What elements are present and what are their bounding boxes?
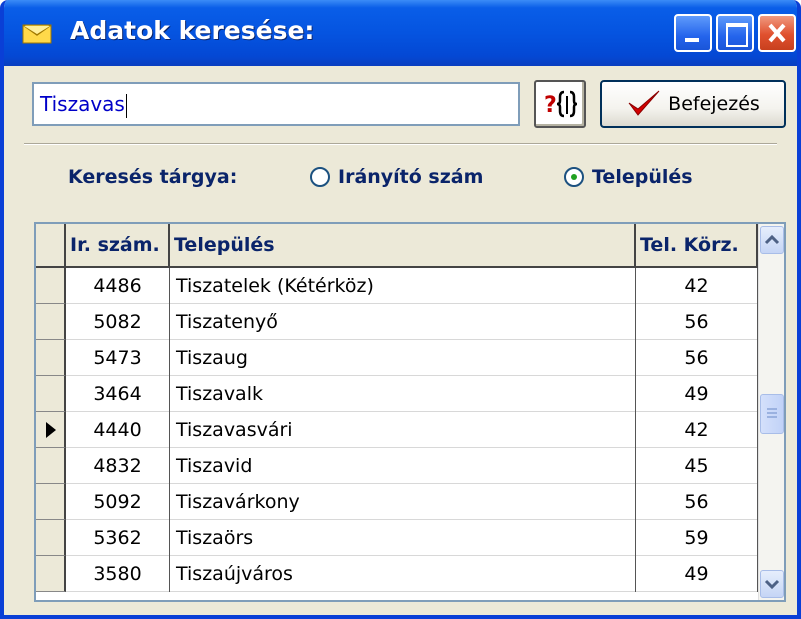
radio-postal-code[interactable]: Irányító szám bbox=[310, 166, 483, 188]
row-indicator[interactable] bbox=[36, 304, 66, 340]
maximize-button[interactable] bbox=[716, 14, 754, 52]
settlement-cell[interactable]: Tiszavárkony bbox=[170, 484, 636, 520]
text-caret bbox=[125, 93, 127, 118]
search-dialog-window: Adatok keresése: Tiszavas ? Befejezés Ke… bbox=[0, 0, 801, 619]
row-indicator[interactable] bbox=[36, 448, 66, 484]
search-topic-label: Keresés tárgya: bbox=[68, 166, 238, 188]
postal-code-cell[interactable]: 5082 bbox=[66, 304, 170, 340]
table-row[interactable]: 5362 Tiszaörs 59 bbox=[36, 520, 760, 556]
separator bbox=[24, 143, 777, 145]
area-code-cell[interactable]: 42 bbox=[636, 412, 758, 448]
current-row-arrow-icon bbox=[46, 422, 56, 438]
grid-header: Ir. szám. Település Tel. Körz. bbox=[36, 224, 760, 268]
scroll-down-button[interactable] bbox=[760, 570, 784, 598]
results-grid[interactable]: Ir. szám. Település Tel. Körz. 4486 Tisz… bbox=[34, 222, 786, 602]
radio-postal-code-label: Irányító szám bbox=[338, 166, 484, 188]
settlement-cell[interactable]: Tiszavasvári bbox=[170, 412, 636, 448]
postal-code-cell[interactable]: 5092 bbox=[66, 484, 170, 520]
window-title: Adatok keresése: bbox=[70, 16, 315, 45]
table-row[interactable]: 5092 Tiszavárkony 56 bbox=[36, 484, 760, 520]
checkmark-icon bbox=[628, 90, 660, 116]
area-code-cell[interactable]: 59 bbox=[636, 520, 758, 556]
postal-code-cell[interactable]: 4832 bbox=[66, 448, 170, 484]
table-row[interactable]: 3464 Tiszavalk 49 bbox=[36, 376, 760, 412]
grip-icon bbox=[767, 408, 777, 418]
table-row[interactable]: 5473 Tiszaug 56 bbox=[36, 340, 760, 376]
row-indicator[interactable] bbox=[36, 556, 66, 592]
settlement-cell[interactable]: Tiszaug bbox=[170, 340, 636, 376]
radio-settlement-label: Település bbox=[592, 166, 693, 188]
radio-checked-icon[interactable] bbox=[564, 167, 584, 187]
row-indicator-header bbox=[36, 224, 66, 266]
postal-code-cell[interactable]: 5362 bbox=[66, 520, 170, 556]
postal-code-cell[interactable]: 3580 bbox=[66, 556, 170, 592]
chevron-down-icon bbox=[764, 579, 780, 590]
row-indicator[interactable] bbox=[36, 376, 66, 412]
area-code-cell[interactable]: 42 bbox=[636, 268, 758, 304]
postal-code-cell[interactable]: 4440 bbox=[66, 412, 170, 448]
settlement-cell[interactable]: Tiszaújváros bbox=[170, 556, 636, 592]
settlement-cell[interactable]: Tiszavid bbox=[170, 448, 636, 484]
area-code-cell[interactable]: 49 bbox=[636, 376, 758, 412]
search-input-value: Tiszavas bbox=[40, 92, 125, 116]
scroll-up-button[interactable] bbox=[760, 226, 784, 254]
table-row[interactable]: 4486 Tiszatelek (Kétérköz) 42 bbox=[36, 268, 760, 304]
postal-code-cell[interactable]: 3464 bbox=[66, 376, 170, 412]
settlement-cell[interactable]: Tiszatenyő bbox=[170, 304, 636, 340]
row-indicator[interactable] bbox=[36, 412, 66, 448]
row-indicator[interactable] bbox=[36, 520, 66, 556]
grid-body: 4486 Tiszatelek (Kétérköz) 42 5082 Tisza… bbox=[36, 268, 760, 592]
radio-settlement[interactable]: Település bbox=[564, 166, 693, 188]
settlement-cell[interactable]: Tiszaörs bbox=[170, 520, 636, 556]
area-code-cell[interactable]: 56 bbox=[636, 484, 758, 520]
minimize-button[interactable] bbox=[674, 14, 712, 52]
row-indicator[interactable] bbox=[36, 268, 66, 304]
chevron-up-icon bbox=[764, 234, 780, 245]
area-code-cell[interactable]: 56 bbox=[636, 340, 758, 376]
postal-code-cell[interactable]: 4486 bbox=[66, 268, 170, 304]
column-header-settlement[interactable]: Település bbox=[170, 224, 636, 266]
help-search-icon: ? bbox=[544, 90, 578, 118]
help-search-button[interactable]: ? bbox=[534, 80, 586, 128]
column-header-postal-code[interactable]: Ir. szám. bbox=[66, 224, 170, 266]
close-icon bbox=[768, 23, 786, 43]
row-indicator[interactable] bbox=[36, 340, 66, 376]
settlement-cell[interactable]: Tiszavalk bbox=[170, 376, 636, 412]
area-code-cell[interactable]: 49 bbox=[636, 556, 758, 592]
table-row[interactable]: 5082 Tiszatenyő 56 bbox=[36, 304, 760, 340]
finish-button-label: Befejezés bbox=[668, 93, 760, 115]
column-header-area-code[interactable]: Tel. Körz. bbox=[636, 224, 758, 266]
area-code-cell[interactable]: 56 bbox=[636, 304, 758, 340]
area-code-cell[interactable]: 45 bbox=[636, 448, 758, 484]
settlement-cell[interactable]: Tiszatelek (Kétérköz) bbox=[170, 268, 636, 304]
radio-unchecked-icon[interactable] bbox=[310, 167, 330, 187]
title-bar[interactable]: Adatok keresése: bbox=[4, 0, 797, 66]
svg-text:?: ? bbox=[544, 93, 557, 118]
row-indicator[interactable] bbox=[36, 484, 66, 520]
finish-button[interactable]: Befejezés bbox=[600, 80, 786, 128]
table-row[interactable]: 3580 Tiszaújváros 49 bbox=[36, 556, 760, 592]
search-input[interactable]: Tiszavas bbox=[32, 82, 520, 126]
envelope-icon bbox=[22, 24, 52, 44]
vertical-scrollbar[interactable] bbox=[758, 224, 784, 600]
close-button[interactable] bbox=[758, 14, 796, 52]
table-row[interactable]: 4832 Tiszavid 45 bbox=[36, 448, 760, 484]
scrollbar-thumb[interactable] bbox=[760, 394, 784, 434]
postal-code-cell[interactable]: 5473 bbox=[66, 340, 170, 376]
table-row-current[interactable]: 4440 Tiszavasvári 42 bbox=[36, 412, 760, 448]
